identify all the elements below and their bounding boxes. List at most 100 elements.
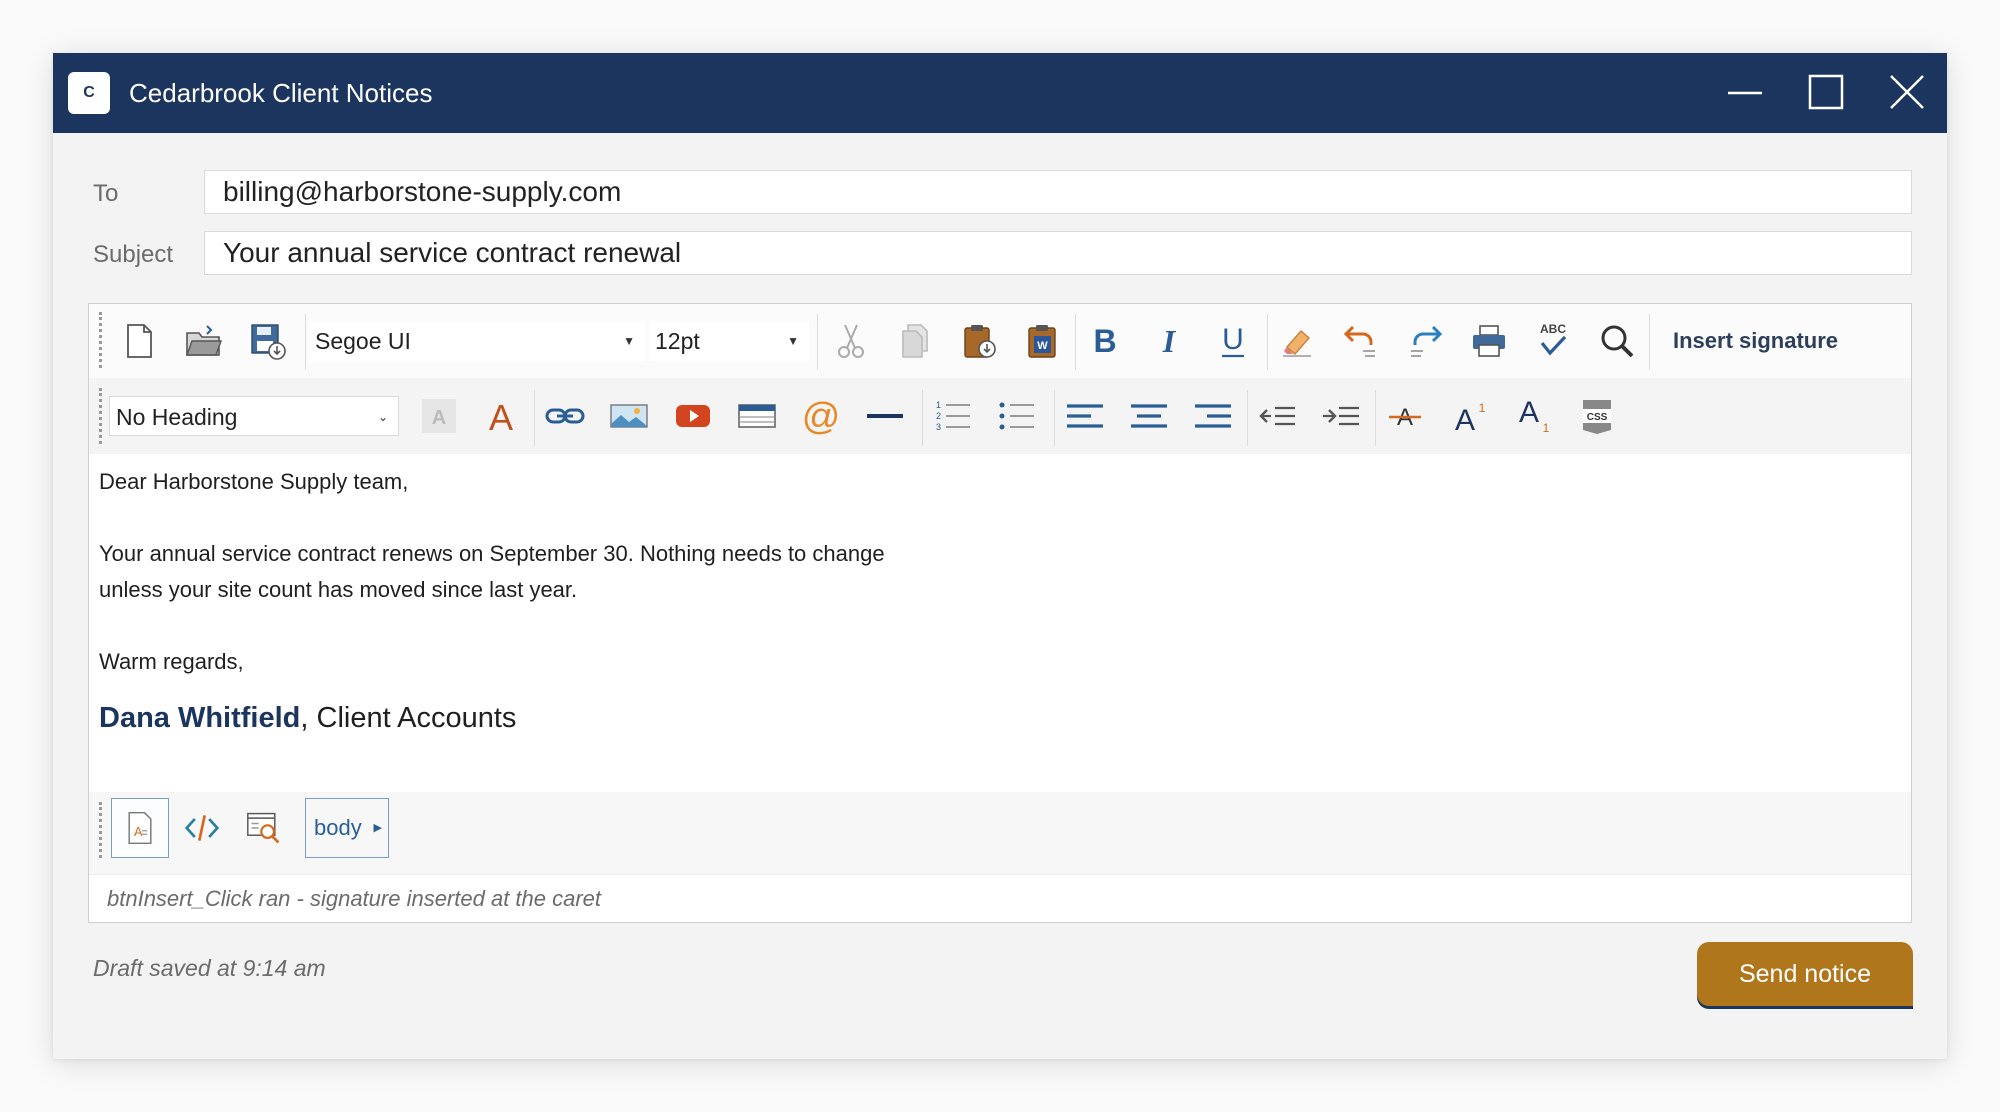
svg-text:@: @ <box>802 396 841 438</box>
font-family-value: Segoe UI <box>315 328 411 354</box>
insert-email-button[interactable]: @ <box>799 394 843 438</box>
preview-icon <box>247 812 280 844</box>
toolbar-separator <box>1649 314 1650 370</box>
cut-button[interactable] <box>829 319 873 363</box>
clear-format-button[interactable] <box>1275 319 1319 363</box>
app-icon: C <box>68 72 110 114</box>
toolbar-grip[interactable] <box>99 802 102 858</box>
signature-name: Dana Whitfield <box>99 702 301 734</box>
insert-signature-button[interactable]: Insert signature <box>1673 304 1838 378</box>
bullet-list-icon <box>999 402 1034 430</box>
toolbar-separator <box>1247 390 1248 446</box>
design-mode-icon: A <box>128 811 152 845</box>
outdent-icon <box>1259 406 1295 426</box>
svg-text:I: I <box>1162 323 1177 359</box>
insert-table-button[interactable] <box>735 394 779 438</box>
to-field[interactable] <box>204 170 1912 214</box>
paste-button[interactable] <box>957 319 1001 363</box>
heading-select[interactable]: No Heading ⌄ <box>109 396 399 436</box>
find-icon <box>1601 325 1634 358</box>
align-center-button[interactable] <box>1127 394 1171 438</box>
align-left-button[interactable] <box>1063 394 1107 438</box>
svg-text:ABC: ABC <box>1540 322 1566 336</box>
rich-text-editor: Segoe UI ▼ 12pt ▼ W B I U ABC Insert sig… <box>88 303 1912 923</box>
toolbar-row-1: Segoe UI ▼ 12pt ▼ W B I U ABC Insert sig… <box>89 304 1911 379</box>
heading-value: No Heading <box>116 404 238 430</box>
element-breadcrumb[interactable]: body ▶ <box>305 798 389 858</box>
undo-button[interactable] <box>1339 319 1383 363</box>
insert-link-button[interactable] <box>543 394 587 438</box>
toolbar-separator <box>817 314 818 370</box>
maximize-icon <box>1808 74 1844 110</box>
font-color-button[interactable]: A <box>479 394 523 438</box>
paste-icon <box>964 325 996 358</box>
toolbar-row-2: No Heading ⌄ A A @ 1 2 3 A A 1 A 1 CSS <box>89 378 1911 454</box>
font-size-select[interactable]: 12pt ▼ <box>649 321 809 361</box>
numbered-list-button[interactable]: 123 <box>931 394 975 438</box>
svg-text:A: A <box>1519 396 1539 429</box>
open-button[interactable] <box>181 319 225 363</box>
svg-text:2: 2 <box>936 411 941 421</box>
chevron-down-icon: ▼ <box>623 334 635 348</box>
copy-button[interactable] <box>893 319 937 363</box>
bold-icon: B <box>1093 323 1116 359</box>
insert-rule-button[interactable] <box>863 394 907 438</box>
breadcrumb-label: body <box>314 815 362 840</box>
outdent-button[interactable] <box>1255 394 1299 438</box>
maximize-button[interactable] <box>1799 67 1853 119</box>
design-mode-button[interactable]: A <box>111 798 169 858</box>
close-button[interactable] <box>1880 67 1934 119</box>
background-color-button[interactable]: A <box>417 394 461 438</box>
spellcheck-button[interactable]: ABC <box>1531 319 1575 363</box>
toolbar-grip[interactable] <box>99 312 102 368</box>
svg-text:A: A <box>1455 404 1475 437</box>
underline-button[interactable]: U <box>1211 319 1255 363</box>
align-center-icon <box>1131 404 1167 428</box>
css-button[interactable]: CSS <box>1575 394 1619 438</box>
italic-button[interactable]: I <box>1147 319 1191 363</box>
minimize-icon <box>1728 91 1762 95</box>
send-notice-button[interactable]: Send notice <box>1697 942 1913 1006</box>
svg-text:A: A <box>489 397 513 438</box>
toolbar-separator <box>1054 390 1055 446</box>
paste-from-word-button[interactable]: W <box>1021 319 1065 363</box>
superscript-icon: A1 <box>1455 401 1486 437</box>
align-left-icon <box>1067 404 1103 428</box>
font-family-select[interactable]: Segoe UI ▼ <box>309 321 645 361</box>
minimize-button[interactable] <box>1718 67 1772 119</box>
subject-label: Subject <box>93 241 174 268</box>
video-icon <box>676 405 710 427</box>
bold-button[interactable]: B <box>1083 319 1127 363</box>
superscript-button[interactable]: A1 <box>1447 394 1491 438</box>
align-right-button[interactable] <box>1191 394 1235 438</box>
css-icon: CSS <box>1583 400 1611 434</box>
toolbar-separator <box>1267 314 1268 370</box>
print-icon <box>1473 325 1505 357</box>
new-document-button[interactable] <box>117 319 161 363</box>
compose-window: C Cedarbrook Client Notices To Subject <box>53 53 1947 1059</box>
subscript-button[interactable]: A1 <box>1511 394 1555 438</box>
preview-button[interactable] <box>235 798 293 858</box>
print-button[interactable] <box>1467 319 1511 363</box>
redo-button[interactable] <box>1403 319 1447 363</box>
chevron-down-icon: ⌄ <box>377 410 388 424</box>
svg-text:W: W <box>1037 340 1048 352</box>
subject-field[interactable] <box>204 231 1912 275</box>
editor-status-message: btnInsert_Click ran - signature inserted… <box>89 874 1911 922</box>
code-view-button[interactable] <box>173 798 231 858</box>
toolbar-grip[interactable] <box>99 388 102 444</box>
editor-body[interactable]: Dear Harborstone Supply team, Your annua… <box>99 464 1889 736</box>
copy-icon <box>902 324 928 358</box>
strikethrough-button[interactable]: A <box>1383 394 1427 438</box>
code-view-icon <box>184 815 220 841</box>
link-icon <box>545 408 585 424</box>
bullet-list-button[interactable] <box>995 394 1039 438</box>
insert-image-button[interactable] <box>607 394 651 438</box>
subscript-icon: A1 <box>1519 396 1550 435</box>
indent-button[interactable] <box>1319 394 1363 438</box>
save-button[interactable] <box>245 319 289 363</box>
title-bar: C Cedarbrook Client Notices <box>53 53 1947 133</box>
find-button[interactable] <box>1595 319 1639 363</box>
insert-video-button[interactable] <box>671 394 715 438</box>
svg-text:1: 1 <box>936 400 941 410</box>
